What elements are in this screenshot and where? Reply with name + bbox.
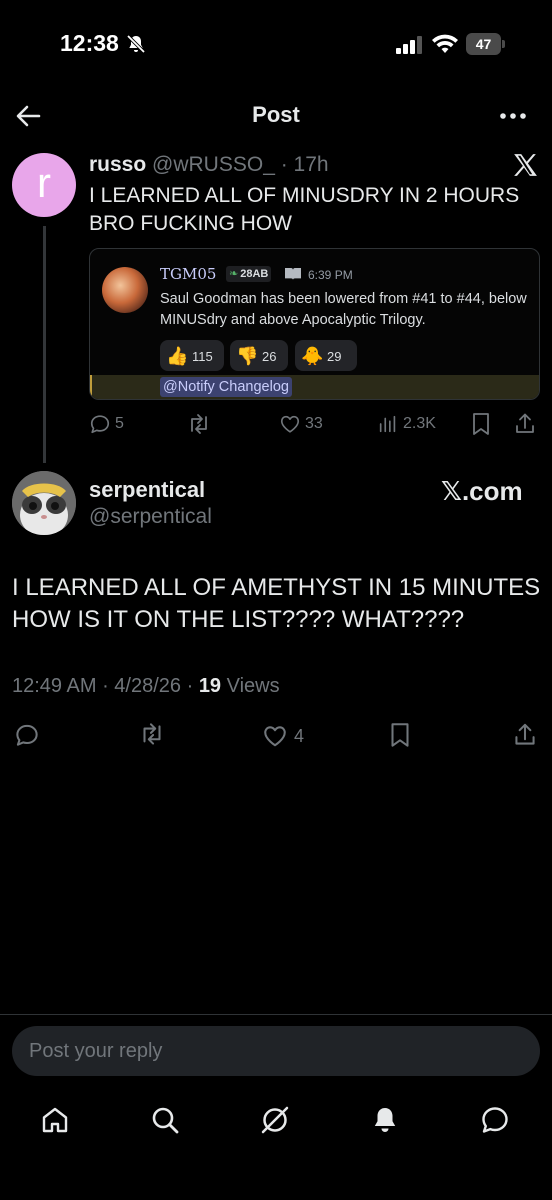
bottom-tab-bar	[0, 1098, 552, 1142]
reaction-count: 26	[262, 349, 277, 365]
wifi-icon	[432, 34, 458, 53]
reply-input[interactable]	[12, 1026, 540, 1076]
bookmark-icon[interactable]	[388, 720, 412, 750]
separator-dot: ·	[96, 675, 115, 697]
x-logo-icon	[514, 154, 537, 176]
reply-count: 5	[115, 415, 124, 432]
reaction-count: 115	[192, 349, 213, 365]
quoted-tweet-age: 17h	[293, 153, 329, 176]
duck-emoji: 🐥	[301, 346, 324, 367]
quoted-tweet-avatar[interactable]: r	[12, 153, 76, 217]
main-tweet-avatar[interactable]	[12, 471, 76, 535]
cellular-signal-icon	[396, 36, 422, 54]
cat-avatar-image	[12, 471, 76, 535]
reply-divider	[0, 1014, 552, 1015]
reply-icon	[90, 415, 110, 434]
home-icon[interactable]	[37, 1102, 73, 1138]
retweet-action[interactable]	[187, 410, 215, 438]
quoted-tweet-handle[interactable]: @wRUSSO_	[152, 153, 275, 176]
tweet-time: 12:49 AM	[12, 675, 97, 697]
analytics-icon	[379, 415, 396, 433]
share-icon[interactable]	[513, 410, 537, 438]
discord-badge: ❧ 28AB	[226, 266, 272, 282]
like-action[interactable]: 33	[279, 410, 323, 438]
discord-username: TGM05	[160, 265, 217, 283]
reaction-count: 29	[327, 349, 342, 365]
battery-level: 47	[466, 33, 501, 55]
reaction-thumbs-down: 👎 26	[230, 340, 288, 371]
nav-bar: Post	[0, 96, 552, 136]
separator-dot: ·	[274, 153, 294, 176]
separator-dot: ·	[181, 675, 199, 697]
thread-line	[43, 226, 46, 463]
thumbs-up-emoji: 👍	[166, 346, 189, 367]
status-bar: 12:38 47	[0, 0, 552, 90]
mention-highlight-bar	[90, 375, 539, 399]
bookmark-icon[interactable]	[470, 410, 492, 438]
xcom-label: 𝕏.com	[441, 476, 523, 506]
reaction-thumbs-up: 👍 115	[160, 340, 224, 371]
reaction-duck: 🐥 29	[295, 340, 357, 371]
search-icon[interactable]	[147, 1102, 183, 1138]
leaf-icon: ❧	[229, 268, 239, 280]
main-tweet-actions: 4	[0, 720, 552, 750]
tweet-date: 4/28/26	[114, 675, 182, 697]
thumbs-down-emoji: 👎	[236, 346, 259, 367]
quoted-tweet-actions: 5 33 2.3K	[89, 410, 540, 438]
discord-message: Saul Goodman has been lowered from #41 t…	[160, 291, 527, 328]
bell-off-icon	[126, 34, 146, 54]
status-time: 12:38	[60, 30, 119, 56]
notifications-icon[interactable]	[367, 1102, 403, 1138]
discord-avatar	[102, 267, 148, 313]
battery-indicator: 47	[466, 33, 506, 55]
battery-tip	[502, 40, 505, 48]
discord-badge-text: 28AB	[240, 268, 269, 280]
like-action[interactable]: 4	[262, 720, 304, 750]
share-icon[interactable]	[512, 720, 538, 750]
more-options-icon[interactable]	[498, 106, 528, 126]
discord-role-mention: @Notify Changelog	[160, 377, 292, 397]
retweet-icon[interactable]	[138, 720, 166, 750]
messages-icon[interactable]	[477, 1102, 513, 1138]
discord-screenshot-image[interactable]: TGM05 ❧ 28AB 6:39 PM Saul Goodman has bee…	[89, 248, 540, 400]
reply-icon[interactable]	[14, 720, 40, 750]
grok-icon[interactable]	[257, 1102, 293, 1138]
retweet-icon	[191, 414, 207, 434]
like-count: 33	[305, 415, 323, 432]
heart-icon	[264, 726, 286, 747]
main-tweet-meta: 12:49 AM · 4/28/26 · 19 Views	[12, 675, 280, 698]
quoted-tweet-display-name[interactable]: russo	[89, 153, 146, 176]
main-tweet-display-name[interactable]: serpentical	[89, 477, 205, 503]
main-tweet-text: I LEARNED ALL OF AMETHYST IN 15 MINUTES …	[12, 574, 541, 633]
reply-action[interactable]: 5	[89, 410, 124, 438]
tweet-views-label: Views	[226, 675, 280, 697]
main-tweet-handle[interactable]: @serpentical	[89, 505, 212, 529]
page-title: Post	[252, 102, 300, 127]
quoted-tweet-text: I LEARNED ALL OF MINUSDRY IN 2 HOURS BRO…	[89, 184, 520, 235]
heart-icon	[280, 415, 300, 433]
views-action[interactable]: 2.3K	[377, 410, 436, 438]
views-count: 2.3K	[403, 415, 436, 432]
quoted-tweet-header: russo @wRUSSO_ · 17h	[89, 153, 329, 177]
tweet-views-count[interactable]: 19	[199, 675, 221, 697]
book-icon	[285, 268, 301, 280]
discord-timestamp: 6:39 PM	[308, 268, 353, 282]
like-count: 4	[294, 726, 305, 747]
